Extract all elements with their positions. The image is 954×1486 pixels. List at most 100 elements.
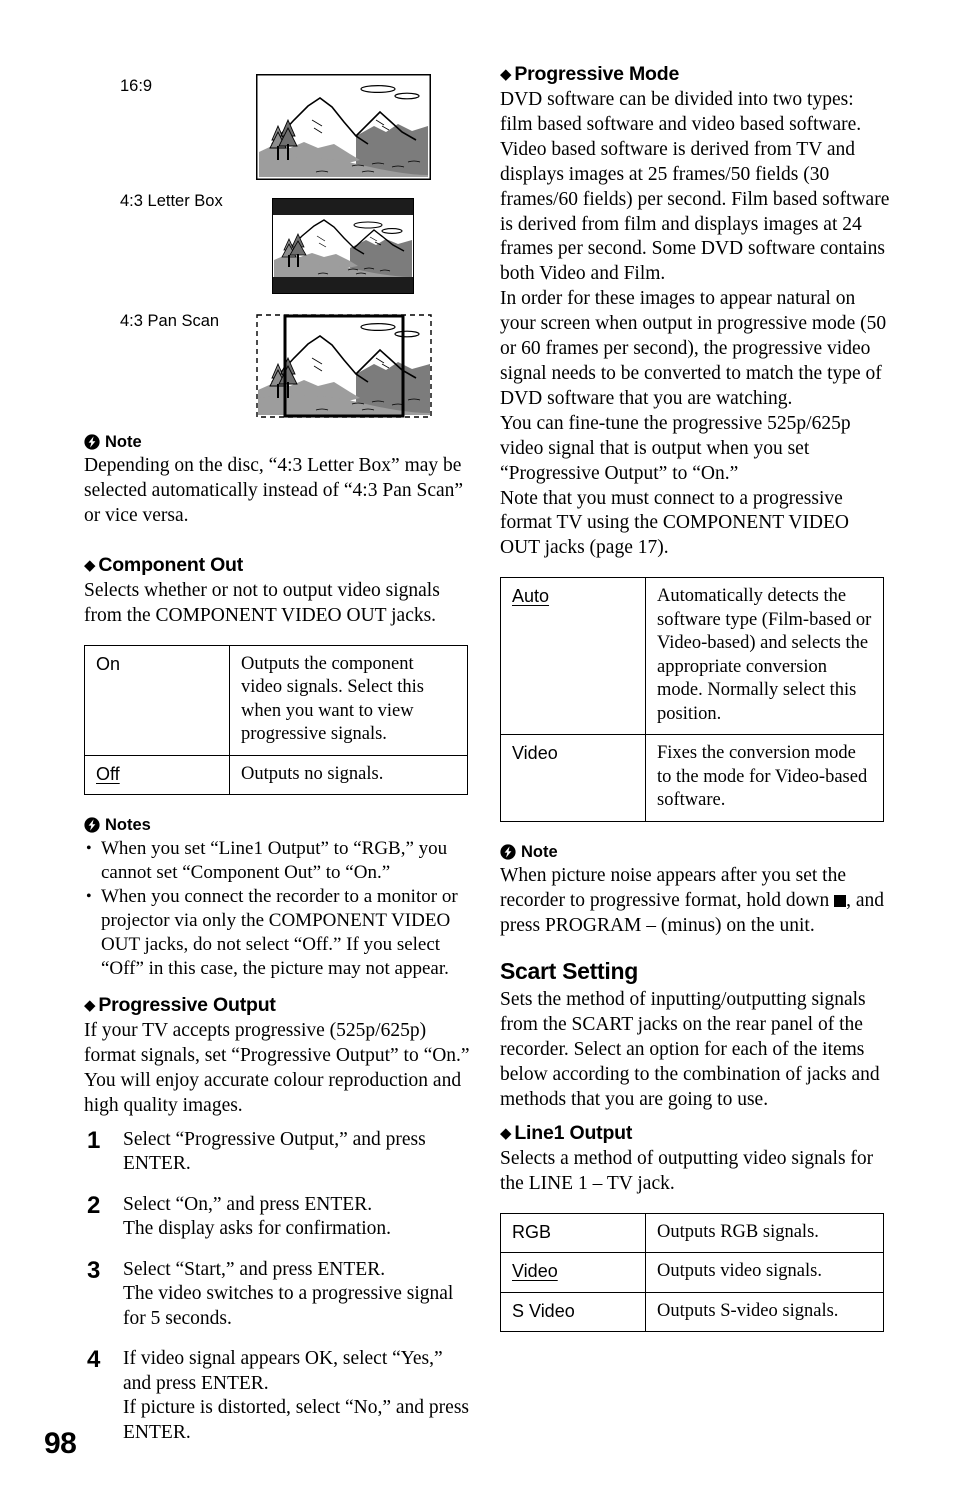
table-cell-value: Outputs no signals.: [229, 754, 468, 796]
note-body-3-before: When picture noise appears after you set…: [500, 864, 846, 911]
progressive-mode-paragraph-4: Note that you must connect to a progress…: [500, 487, 850, 559]
lightning-bolt-circle-icon: [84, 817, 100, 833]
notes-block-2: Notes When you set “Line1 Output” to “RG…: [84, 815, 474, 981]
table-cell-key: S Video: [500, 1291, 646, 1333]
option-key-default: Off: [96, 763, 120, 784]
table-cell-key: RGB: [500, 1212, 646, 1254]
step-text: If video signal appears OK, select “Yes,…: [123, 1347, 474, 1445]
step-line: Select “Start,” and press ENTER.: [123, 1258, 386, 1280]
step-number: 2: [87, 1191, 101, 1219]
step-text: Select “On,” and press ENTER. The displa…: [123, 1193, 474, 1242]
step-line: The video switches to a progressive sign…: [123, 1283, 454, 1329]
document-page: 16:9 4:3 Letter Box 4:3 Pan Scan Note De…: [0, 0, 954, 1486]
progressive-mode-paragraph-1: DVD software can be divided into two typ…: [500, 89, 890, 285]
step-text: Select “Progressive Output,” and press E…: [123, 1128, 474, 1177]
heading-progressive-mode: ◆ Progressive Mode: [500, 62, 890, 86]
page-number: 98: [44, 1427, 77, 1460]
list-item: When you connect the recorder to a monit…: [84, 885, 474, 981]
option-key-default: Auto: [512, 586, 550, 607]
diamond-bullet-icon: ◆: [84, 997, 96, 1015]
table-row: Off Outputs no signals.: [84, 754, 468, 796]
right-column: ◆ Progressive Mode DVD software can be d…: [500, 62, 890, 1333]
option-key-default: Video: [512, 1261, 558, 1282]
step-number: 3: [87, 1256, 101, 1284]
illustration-4-3-letter-box: [272, 198, 414, 294]
stop-square-icon: [834, 894, 847, 907]
steps-list: 1 Select “Progressive Output,” and press…: [84, 1128, 474, 1446]
note-body-3: When picture noise appears after you set…: [500, 864, 890, 939]
table-line1-output: RGB Outputs RGB signals. Video Outputs v…: [500, 1212, 884, 1333]
step-item: 1 Select “Progressive Output,” and press…: [84, 1128, 474, 1177]
lightning-bolt-circle-icon: [84, 434, 100, 450]
diamond-bullet-icon: ◆: [500, 66, 512, 83]
step-line: If picture is distorted, select “No,” an…: [123, 1397, 470, 1443]
step-number: 1: [87, 1126, 101, 1154]
table-cell-key: Video: [500, 734, 646, 822]
option-key: On: [96, 653, 121, 674]
section-progressive-mode: ◆ Progressive Mode DVD software can be d…: [500, 62, 890, 822]
heading-progressive-output-text: Progressive Output: [98, 994, 276, 1017]
step-item: 4 If video signal appears OK, select “Ye…: [84, 1347, 474, 1445]
table-row: Video Outputs video signals.: [500, 1252, 884, 1293]
aspect-label-16-9: 16:9: [120, 77, 153, 95]
notes-list-2: When you set “Line1 Output” to “RGB,” yo…: [84, 837, 474, 981]
note-block-3: Note When picture noise appears after yo…: [500, 842, 890, 939]
option-key: Video: [512, 743, 558, 764]
illustration-4-3-pan-scan: [256, 314, 432, 418]
note-heading-3: Note: [500, 842, 890, 862]
component-out-intro: Selects whether or not to output video s…: [84, 579, 440, 626]
table-cell-key: Video: [500, 1252, 646, 1293]
section-scart-setting: Scart Setting Sets the method of inputti…: [500, 958, 890, 1113]
note-heading-1-text: Note: [105, 433, 142, 451]
table-row: On Outputs the component video signals. …: [84, 644, 468, 756]
list-item: When you set “Line1 Output” to “RGB,” yo…: [84, 837, 474, 885]
left-column: Note Depending on the disc, “4:3 Letter …: [84, 432, 474, 1461]
notes-heading-2-text: Notes: [105, 816, 151, 835]
scart-setting-intro: Sets the method of inputting/outputting …: [500, 989, 880, 1111]
note-heading-3-text: Note: [521, 842, 558, 861]
heading-component-out: ◆ Component Out: [84, 553, 474, 577]
table-row: Auto Automatically detects the software …: [500, 577, 884, 736]
table-row: RGB Outputs RGB signals.: [500, 1212, 884, 1254]
table-cell-key: Auto: [500, 577, 646, 736]
step-line: Select “Progressive Output,” and press E…: [123, 1128, 426, 1175]
heading-progressive-output: ◆ Progressive Output: [84, 993, 474, 1017]
heading-progressive-mode-text: Progressive Mode: [514, 63, 680, 85]
table-cell-key: Off: [84, 754, 230, 796]
progressive-mode-paragraph-2: In order for these images to appear natu…: [500, 288, 887, 409]
step-item: 2 Select “On,” and press ENTER. The disp…: [84, 1193, 474, 1242]
table-progressive-mode: Auto Automatically detects the software …: [500, 577, 884, 822]
line1-output-intro: Selects a method of outputting video sig…: [500, 1147, 874, 1194]
option-key: RGB: [512, 1221, 552, 1242]
heading-line1-output: ◆ Line1 Output: [500, 1121, 890, 1145]
section-line1-output: ◆ Line1 Output Selects a method of outpu…: [500, 1121, 890, 1333]
table-component-out: On Outputs the component video signals. …: [84, 644, 468, 796]
table-row: S Video Outputs S-video signals.: [500, 1291, 884, 1333]
aspect-label-4-3-pan-scan: 4:3 Pan Scan: [120, 312, 220, 330]
table-row: Video Fixes the conversion mode to the m…: [500, 734, 884, 822]
table-cell-value: Fixes the conversion mode to the mode fo…: [645, 734, 884, 822]
step-item: 3 Select “Start,” and press ENTER. The v…: [84, 1258, 474, 1332]
step-number: 4: [87, 1346, 101, 1374]
diamond-bullet-icon: ◆: [84, 556, 96, 574]
step-line: Select “On,” and press ENTER.: [123, 1193, 373, 1215]
step-line: If video signal appears OK, select “Yes,…: [123, 1348, 443, 1394]
heading-line1-output-text: Line1 Output: [514, 1121, 633, 1144]
aspect-label-4-3-letter-box: 4:3 Letter Box: [120, 192, 223, 210]
note-body-1: Depending on the disc, “4:3 Letter Box” …: [84, 455, 464, 526]
note-heading-1: Note: [84, 432, 474, 452]
heading-scart-setting: Scart Setting: [500, 958, 638, 985]
table-cell-value: Outputs RGB signals.: [645, 1212, 884, 1254]
notes-heading-2: Notes: [84, 815, 474, 835]
table-cell-value: Automatically detects the software type …: [645, 577, 884, 736]
progressive-output-intro: If your TV accepts progressive (525p/625…: [84, 1020, 470, 1116]
table-cell-value: Outputs video signals.: [645, 1252, 884, 1293]
diamond-bullet-icon: ◆: [500, 1124, 512, 1142]
